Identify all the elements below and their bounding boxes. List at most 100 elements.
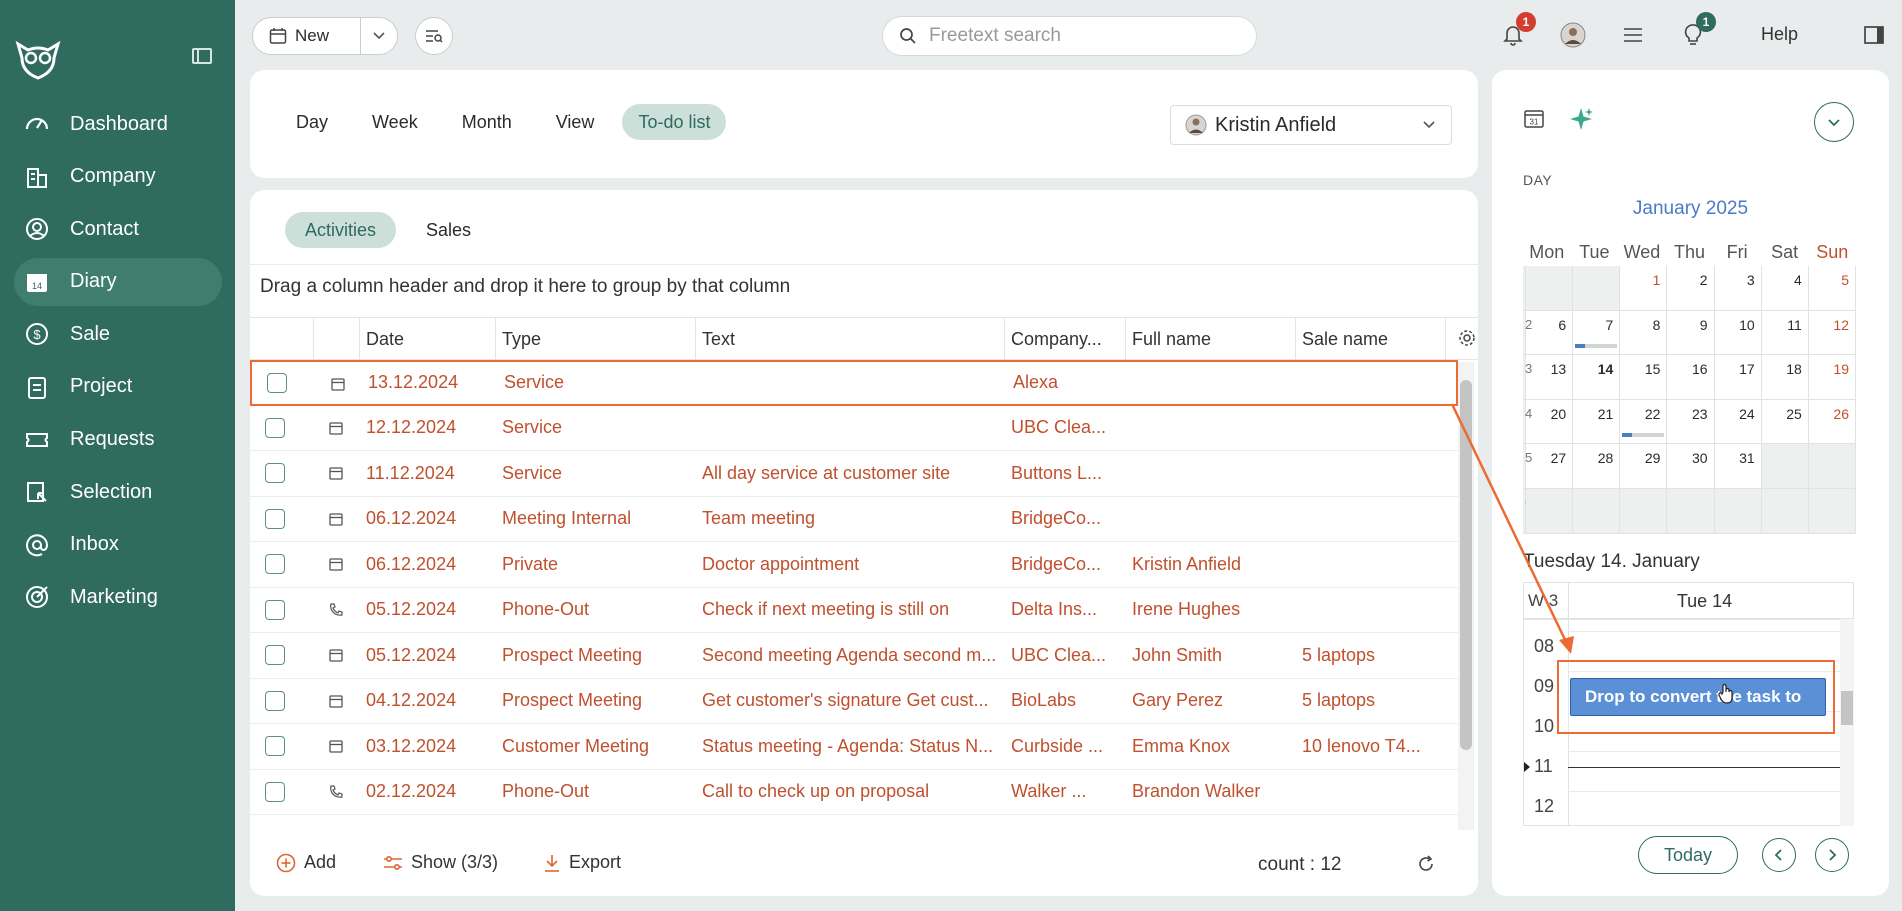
calendar-day[interactable]: 11 (1762, 310, 1809, 355)
calendar-day[interactable]: 8 (1620, 310, 1668, 355)
calendar-day[interactable]: 1 (1620, 266, 1668, 310)
sidebar-item-sale[interactable]: $ Sale (14, 310, 222, 358)
row-checkbox[interactable] (265, 736, 285, 757)
table-row[interactable]: 03.12.2024 Customer Meeting Status meeting… (250, 724, 1458, 770)
sidebar-item-marketing[interactable]: Marketing (14, 573, 222, 621)
day-column-header[interactable]: Tue 14 (1568, 583, 1840, 619)
user-avatar[interactable] (1558, 20, 1588, 50)
sidebar-item-dashboard[interactable]: Dashboard (14, 100, 222, 148)
col-select[interactable] (250, 318, 314, 360)
calendar-day[interactable]: 6 (1526, 310, 1574, 355)
sidebar-item-project[interactable]: Project (14, 363, 222, 411)
sidebar-collapse-button[interactable] (192, 48, 212, 64)
row-checkbox[interactable] (265, 508, 285, 529)
calendar-day[interactable]: 29 (1620, 444, 1668, 488)
prev-day-button[interactable] (1762, 838, 1796, 872)
row-checkbox[interactable] (265, 599, 285, 620)
ai-assist-button[interactable] (1568, 106, 1594, 137)
table-row[interactable]: 13.12.2024 Service Alexa (250, 360, 1458, 406)
calendar-day[interactable]: 12 (1809, 310, 1856, 355)
calendar-day[interactable]: 7 (1573, 310, 1621, 355)
calendar-day[interactable]: 3 (1715, 266, 1762, 310)
calendar-day[interactable]: 31 (1715, 444, 1762, 488)
calendar-day[interactable]: 19 (1809, 355, 1856, 399)
refresh-button[interactable] (1416, 854, 1436, 879)
sidebar-item-selection[interactable]: Selection (14, 468, 222, 516)
col-company[interactable]: Company... (1005, 318, 1126, 360)
sidebar-item-contact[interactable]: Contact (14, 205, 222, 253)
tab-activities[interactable]: Activities (285, 212, 397, 248)
calendar-day[interactable]: 27 (1526, 444, 1574, 488)
calendar-day[interactable]: 13 (1526, 355, 1574, 399)
next-day-button[interactable] (1815, 838, 1849, 872)
col-text[interactable]: Text (696, 318, 1005, 360)
new-dropdown-button[interactable] (361, 31, 397, 41)
tab-month[interactable]: Month (446, 104, 528, 140)
day-scrollbar-thumb[interactable] (1841, 691, 1853, 725)
calendar-day[interactable]: 17 (1715, 355, 1762, 399)
table-row[interactable]: 04.12.2024 Prospect Meeting Get customer's… (250, 678, 1458, 724)
menu-button[interactable] (1618, 20, 1648, 50)
col-sale-name[interactable]: Sale name (1296, 318, 1446, 360)
calendar-day[interactable]: 24 (1715, 399, 1762, 444)
calendar-day[interactable]: 25 (1762, 399, 1809, 444)
table-row[interactable]: 02.12.2024 Phone-Out Call to check up on p… (250, 769, 1458, 815)
calendar-day[interactable]: 5 (1809, 266, 1856, 310)
day-scrollbar[interactable] (1840, 619, 1854, 826)
col-date[interactable]: Date (360, 318, 496, 360)
add-button[interactable]: Add (276, 852, 336, 873)
calendar-day[interactable]: 30 (1667, 444, 1715, 488)
calendar-day[interactable]: 23 (1667, 399, 1715, 444)
calendar-day[interactable]: 9 (1667, 310, 1715, 355)
col-type-icon[interactable] (314, 318, 360, 360)
hour-slot[interactable] (1568, 752, 1840, 792)
tab-day[interactable]: Day (280, 104, 344, 140)
owl-logo-icon[interactable] (14, 38, 62, 82)
collapse-panel-button[interactable] (1814, 102, 1854, 142)
calendar-day[interactable]: 14 (1573, 355, 1621, 399)
table-row[interactable]: 11.12.2024 Service All day service at cust… (250, 451, 1458, 497)
row-checkbox[interactable] (265, 645, 285, 666)
table-row[interactable]: 12.12.2024 Service UBC Clea... (250, 405, 1458, 451)
tab-todo-list[interactable]: To-do list (622, 104, 727, 140)
toggle-panel-button[interactable] (1859, 20, 1889, 50)
tab-sales[interactable]: Sales (406, 212, 491, 248)
notifications-button[interactable]: 1 (1498, 12, 1536, 50)
calendar-day[interactable]: 21 (1573, 399, 1621, 444)
table-row[interactable]: 06.12.2024 Meeting Internal Team meeting Br… (250, 496, 1458, 542)
calendar-day[interactable]: 26 (1809, 399, 1856, 444)
row-checkbox[interactable] (265, 463, 285, 484)
table-row[interactable]: 05.12.2024 Phone-Out Check if next meeting… (250, 587, 1458, 633)
row-checkbox[interactable] (265, 417, 285, 438)
help-link[interactable]: Help (1761, 24, 1798, 45)
row-checkbox[interactable] (265, 690, 285, 711)
scrollbar-thumb[interactable] (1460, 380, 1472, 750)
hour-slot[interactable] (1568, 792, 1840, 825)
search-input[interactable] (929, 25, 1229, 47)
calendar-day[interactable]: 28 (1573, 444, 1621, 488)
export-button[interactable]: Export (543, 852, 621, 873)
sidebar-item-company[interactable]: Company (14, 153, 222, 201)
calendar-day[interactable]: 10 (1715, 310, 1762, 355)
calendar-day[interactable]: 16 (1667, 355, 1715, 399)
sidebar-item-requests[interactable]: Requests (14, 416, 222, 464)
calendar-view-button[interactable]: 31 (1523, 107, 1545, 134)
today-button[interactable]: Today (1638, 836, 1738, 874)
calendar-day[interactable]: 4 (1762, 266, 1809, 310)
group-by-drop-zone[interactable]: Drag a column header and drop it here to… (250, 264, 1478, 308)
row-checkbox[interactable] (265, 781, 285, 802)
table-row[interactable]: 05.12.2024 Prospect Meeting Second meeting… (250, 633, 1458, 679)
column-settings-button[interactable] (1458, 329, 1476, 352)
sidebar-item-diary[interactable]: 14 Diary (14, 257, 222, 306)
grid-scrollbar[interactable] (1458, 362, 1474, 830)
new-button[interactable]: New (253, 18, 361, 54)
table-row[interactable]: 06.12.2024 Private Doctor appointment Bridg… (250, 542, 1458, 588)
calendar-day[interactable]: 18 (1762, 355, 1809, 399)
calendar-day[interactable]: 15 (1620, 355, 1668, 399)
tips-button[interactable]: 1 (1678, 12, 1716, 50)
show-columns-button[interactable]: Show (3/3) (383, 852, 498, 873)
row-checkbox[interactable] (267, 372, 287, 393)
calendar-month-title[interactable]: January 2025 (1492, 198, 1889, 220)
col-full-name[interactable]: Full name (1126, 318, 1296, 360)
freetext-search[interactable] (882, 16, 1257, 56)
